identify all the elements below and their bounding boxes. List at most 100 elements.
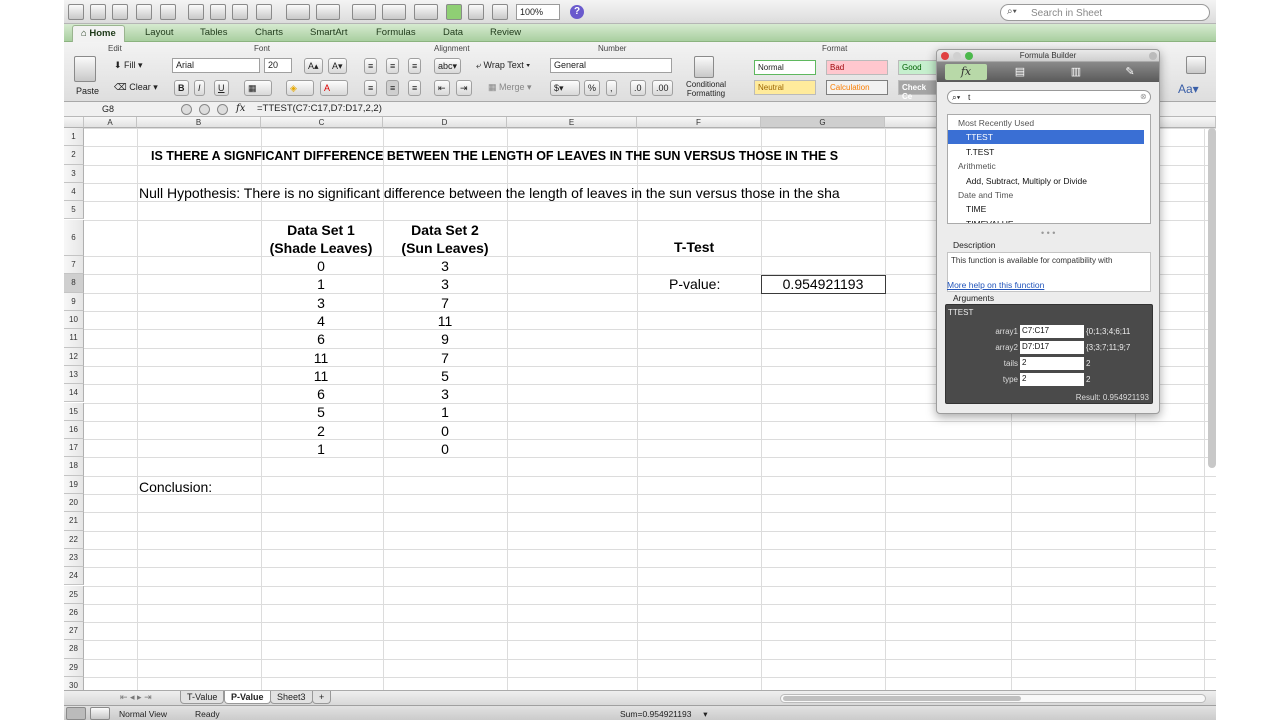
row-header[interactable]: 25 <box>64 585 84 604</box>
data-cell[interactable]: 6 <box>259 331 383 347</box>
data-cell[interactable]: 4 <box>259 313 383 329</box>
row-header[interactable]: 14 <box>64 384 84 403</box>
add-sheet-button[interactable]: + <box>312 691 332 704</box>
function-category[interactable]: Arithmetic <box>948 159 1144 173</box>
function-category[interactable]: Most Recently Used <box>948 116 1144 130</box>
style-check-cell[interactable]: Check Ce <box>898 80 938 101</box>
function-list-item[interactable]: T.TEST <box>948 145 1144 159</box>
function-list-item[interactable]: TIMEVALUE <box>948 217 1144 223</box>
horizontal-scroll-thumb[interactable] <box>783 696 1021 701</box>
data-cell[interactable]: 11 <box>259 368 383 384</box>
name-box[interactable]: G8 <box>64 103 164 116</box>
data-cell[interactable]: 0 <box>259 258 383 274</box>
align-middle-button[interactable]: ≡ <box>386 58 400 74</box>
function-list-item[interactable]: TTEST <box>948 130 1144 145</box>
conditional-formatting-icon[interactable] <box>694 56 714 78</box>
decrease-decimal-button[interactable]: .00 <box>652 80 673 96</box>
align-center-button[interactable]: ≡ <box>386 80 400 96</box>
format-painter-icon[interactable] <box>256 4 272 20</box>
open-icon[interactable] <box>112 4 128 20</box>
sheet-tab-p-value[interactable]: P-Value <box>224 691 271 704</box>
vertical-scrollbar[interactable] <box>1208 128 1216 468</box>
row-header[interactable]: 17 <box>64 439 84 458</box>
formula-input[interactable]: =TTEST(C7:C17,D7:D17,2,2) <box>257 103 382 114</box>
percent-button[interactable]: % <box>584 80 601 96</box>
paste-button[interactable]: Paste <box>76 86 99 96</box>
function-list-item[interactable]: Add, Subtract, Multiply or Divide <box>948 174 1144 188</box>
style-neutral[interactable]: Neutral <box>754 80 816 95</box>
redo-icon[interactable] <box>316 4 340 20</box>
bold-button[interactable]: B <box>174 80 189 96</box>
filter-icon[interactable] <box>414 4 438 20</box>
template-icon[interactable] <box>90 4 106 20</box>
themes-icon[interactable] <box>1186 56 1206 74</box>
fx-icon[interactable]: fx <box>236 103 245 114</box>
increase-decimal-button[interactable]: .0 <box>630 80 646 96</box>
data-cell[interactable]: 1 <box>259 276 383 292</box>
font-color-button[interactable]: A <box>320 80 348 96</box>
borders-button[interactable]: ▦ <box>244 80 272 96</box>
row-header[interactable]: 3 <box>64 164 84 183</box>
function-list-item[interactable]: TIME <box>948 202 1144 216</box>
data-cell[interactable]: 11 <box>383 313 507 329</box>
column-header-f[interactable]: F <box>637 117 761 128</box>
cut-icon[interactable] <box>188 4 204 20</box>
row-header[interactable]: 29 <box>64 658 84 677</box>
data-cell[interactable]: 1 <box>383 404 507 420</box>
row-header[interactable]: 13 <box>64 365 84 385</box>
italic-button[interactable]: I <box>194 80 205 96</box>
row-header[interactable]: 7 <box>64 256 84 275</box>
tab-tables[interactable]: Tables <box>200 27 227 38</box>
column-header-e[interactable]: E <box>507 117 637 128</box>
style-calculation[interactable]: Calculation <box>826 80 888 95</box>
enter-formula-icon[interactable] <box>199 104 210 115</box>
align-right-button[interactable]: ≡ <box>408 80 422 96</box>
data-cell[interactable]: 0 <box>383 423 507 439</box>
data-cell[interactable]: 3 <box>383 386 507 402</box>
paste-clipboard-icon[interactable] <box>74 56 96 82</box>
media-browser-icon[interactable] <box>492 4 508 20</box>
align-bottom-button[interactable]: ≡ <box>408 58 422 74</box>
column-header-g[interactable]: G <box>761 117 885 128</box>
data-cell[interactable]: 3 <box>383 258 507 274</box>
argument-input[interactable]: C7:C17 <box>1020 325 1084 338</box>
row-header[interactable]: 30 <box>64 677 84 690</box>
scrapbook-tab-icon[interactable]: ▥ <box>1055 64 1097 80</box>
row-header[interactable]: 18 <box>64 457 84 476</box>
zoom-select[interactable]: 100% <box>516 4 560 20</box>
tab-review[interactable]: Review <box>490 27 521 38</box>
tab-formulas[interactable]: Formulas <box>376 27 416 38</box>
data-cell[interactable]: 3 <box>383 276 507 292</box>
header-data-set-1[interactable]: Data Set 1 (Shade Leaves) <box>259 221 383 257</box>
wrap-text-button[interactable]: ⤶ Wrap Text ▾ <box>476 60 530 71</box>
row-header[interactable]: 27 <box>64 622 84 641</box>
row-header[interactable]: 15 <box>64 402 84 421</box>
close-window-icon[interactable] <box>941 52 949 60</box>
column-header-d[interactable]: D <box>383 117 507 128</box>
row-header[interactable]: 28 <box>64 640 84 659</box>
header-data-set-2[interactable]: Data Set 2 (Sun Leaves) <box>383 221 507 257</box>
orientation-button[interactable]: abc▾ <box>434 58 462 74</box>
insert-function-icon[interactable] <box>217 104 228 115</box>
tab-layout[interactable]: Layout <box>145 27 174 38</box>
shrink-font-button[interactable]: A▾ <box>328 58 347 74</box>
clear-search-icon[interactable]: ⊗ <box>1140 92 1147 101</box>
tab-data[interactable]: Data <box>443 27 463 38</box>
number-format-select[interactable]: General <box>550 58 672 73</box>
minimize-window-icon[interactable] <box>953 52 961 60</box>
print-icon[interactable] <box>160 4 176 20</box>
column-header-c[interactable]: C <box>261 117 383 128</box>
argument-input[interactable]: 2 <box>1020 373 1084 386</box>
row-header[interactable]: 22 <box>64 530 84 549</box>
data-cell[interactable]: 0 <box>383 441 507 457</box>
tab-charts[interactable]: Charts <box>255 27 283 38</box>
underline-button[interactable]: U <box>214 80 229 96</box>
row-header[interactable]: 1 <box>64 128 84 147</box>
argument-input[interactable]: 2 <box>1020 357 1084 370</box>
row-header[interactable]: 26 <box>64 603 84 623</box>
row-header[interactable]: 9 <box>64 292 84 311</box>
column-header-b[interactable]: B <box>137 117 261 128</box>
sheet-title[interactable]: IS THERE A SIGNFICANT DIFFERENCE BETWEEN… <box>151 149 838 163</box>
cancel-formula-icon[interactable] <box>181 104 192 115</box>
pvalue-cell[interactable]: 0.954921193 <box>761 276 885 292</box>
